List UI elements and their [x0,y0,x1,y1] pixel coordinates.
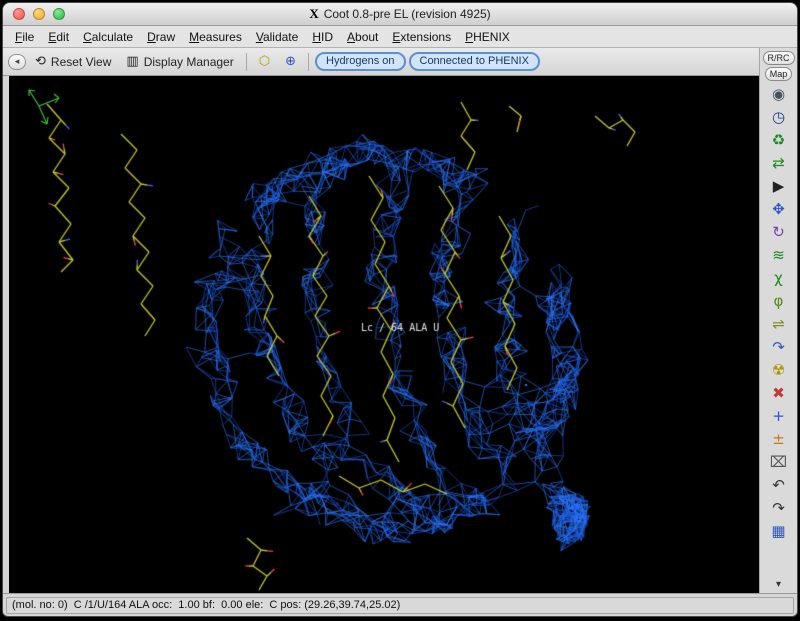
goto-atom-button[interactable]: ⊕ [279,53,302,70]
goto-ligand-button[interactable]: ⬡ [253,53,276,70]
left-column: ◂ ⟲ Reset View ▥ Display Manager ⬡ ⊕ Hyd… [3,48,759,593]
real-space-refine-icon[interactable]: ♻ [765,129,792,152]
window-title-text: Coot 0.8-pre EL (revision 4925) [324,7,491,21]
display-settings-icon[interactable]: ▦ [765,520,792,543]
reset-view-label: Reset View [51,55,111,69]
torsion-general-icon[interactable]: φ [765,290,792,313]
model-toolbar-icons: ◉◷♻⇄▶✥↻≋χφ⇌↷☢✖+±⌧↶↷▦ [765,83,792,543]
edit-chi-angles-icon[interactable]: χ [765,267,792,290]
rotate-translate-icon[interactable]: ↻ [765,221,792,244]
rotamers-icon[interactable]: ≋ [765,244,792,267]
undo-icon[interactable]: ↶ [765,474,792,497]
menu-item-draw[interactable]: Draw [140,28,182,46]
menu-item-validate[interactable]: Validate [249,28,306,46]
molecule-canvas[interactable] [9,76,759,593]
regularize-zone-icon[interactable]: ⇄ [765,152,792,175]
mutate-icon[interactable]: ✖ [765,382,792,405]
menu-item-file[interactable]: File [8,28,41,46]
add-terminal-residue-icon[interactable]: + [765,405,792,428]
status-text: (mol. no: 0) C /1/U/164 ALA occ: 1.00 bf… [6,597,794,614]
rrc-button[interactable]: R/RC [763,51,795,65]
content-row: ◂ ⟲ Reset View ▥ Display Manager ⬡ ⊕ Hyd… [3,48,797,593]
menubar-items: FileEditCalculateDrawMeasuresValidateHID… [3,26,797,48]
ligand-icon: ⬡ [259,55,270,68]
menu-item-calculate[interactable]: Calculate [76,28,140,46]
pointer-icon[interactable]: ▶ [765,175,792,198]
timer-icon[interactable]: ◷ [765,106,792,129]
redo-icon[interactable]: ↷ [765,497,792,520]
menu-item-phenix[interactable]: PHENIX [458,28,517,46]
main-toolbar: ◂ ⟲ Reset View ▥ Display Manager ⬡ ⊕ Hyd… [3,48,759,76]
menu-item-extensions[interactable]: Extensions [385,28,458,46]
traffic-lights [13,8,65,20]
idle-function-icon[interactable]: ◉ [765,83,792,106]
menu-item-hid[interactable]: HID [305,28,340,46]
menu-item-edit[interactable]: Edit [41,28,76,46]
rigid-body-fit-icon[interactable]: ✥ [765,198,792,221]
goto-atom-icon: ⊕ [285,55,296,68]
window-title: X Coot 0.8-pre EL (revision 4925) [309,6,490,22]
side-chain-180-flip-icon[interactable]: ↷ [765,336,792,359]
status-bar: (mol. no: 0) C /1/U/164 ALA occ: 1.00 bf… [3,593,797,616]
display-manager-button[interactable]: ▥ Display Manager [120,53,239,71]
toolbar-separator [308,53,309,71]
toolbar-overflow-button[interactable]: ◂ [8,54,26,70]
hydrogens-toggle-button[interactable]: Hydrogens on [315,52,406,71]
close-button[interactable] [13,8,25,20]
flip-peptide-icon[interactable]: ⇌ [765,313,792,336]
zoom-button[interactable] [53,8,65,20]
map-button[interactable]: Map [765,67,793,81]
display-manager-icon: ▥ [126,55,138,68]
phenix-connection-button[interactable]: Connected to PHENIX [409,52,540,71]
reset-view-button[interactable]: ⟲ Reset View [29,53,117,71]
minimize-button[interactable] [33,8,45,20]
x11-icon: X [309,6,318,22]
toolbar-separator [246,53,247,71]
toolbar-scroll-down-button[interactable]: ▾ [776,579,781,593]
delete-icon[interactable]: ⌧ [765,451,792,474]
add-alt-conf-icon[interactable]: ± [765,428,792,451]
graphics-area [9,76,759,593]
menu-item-measures[interactable]: Measures [182,28,249,46]
auto-fit-rotamer-icon[interactable]: ☢ [765,359,792,382]
menu-item-about[interactable]: About [340,28,385,46]
coot-window: X Coot 0.8-pre EL (revision 4925) FileEd… [2,2,798,617]
model-fit-refine-toolbar: R/RC Map ◉◷♻⇄▶✥↻≋χφ⇌↷☢✖+±⌧↶↷▦ ▾ [759,48,797,593]
reset-view-icon: ⟲ [35,55,46,68]
title-bar: X Coot 0.8-pre EL (revision 4925) [3,3,797,26]
display-manager-label: Display Manager [144,55,234,69]
